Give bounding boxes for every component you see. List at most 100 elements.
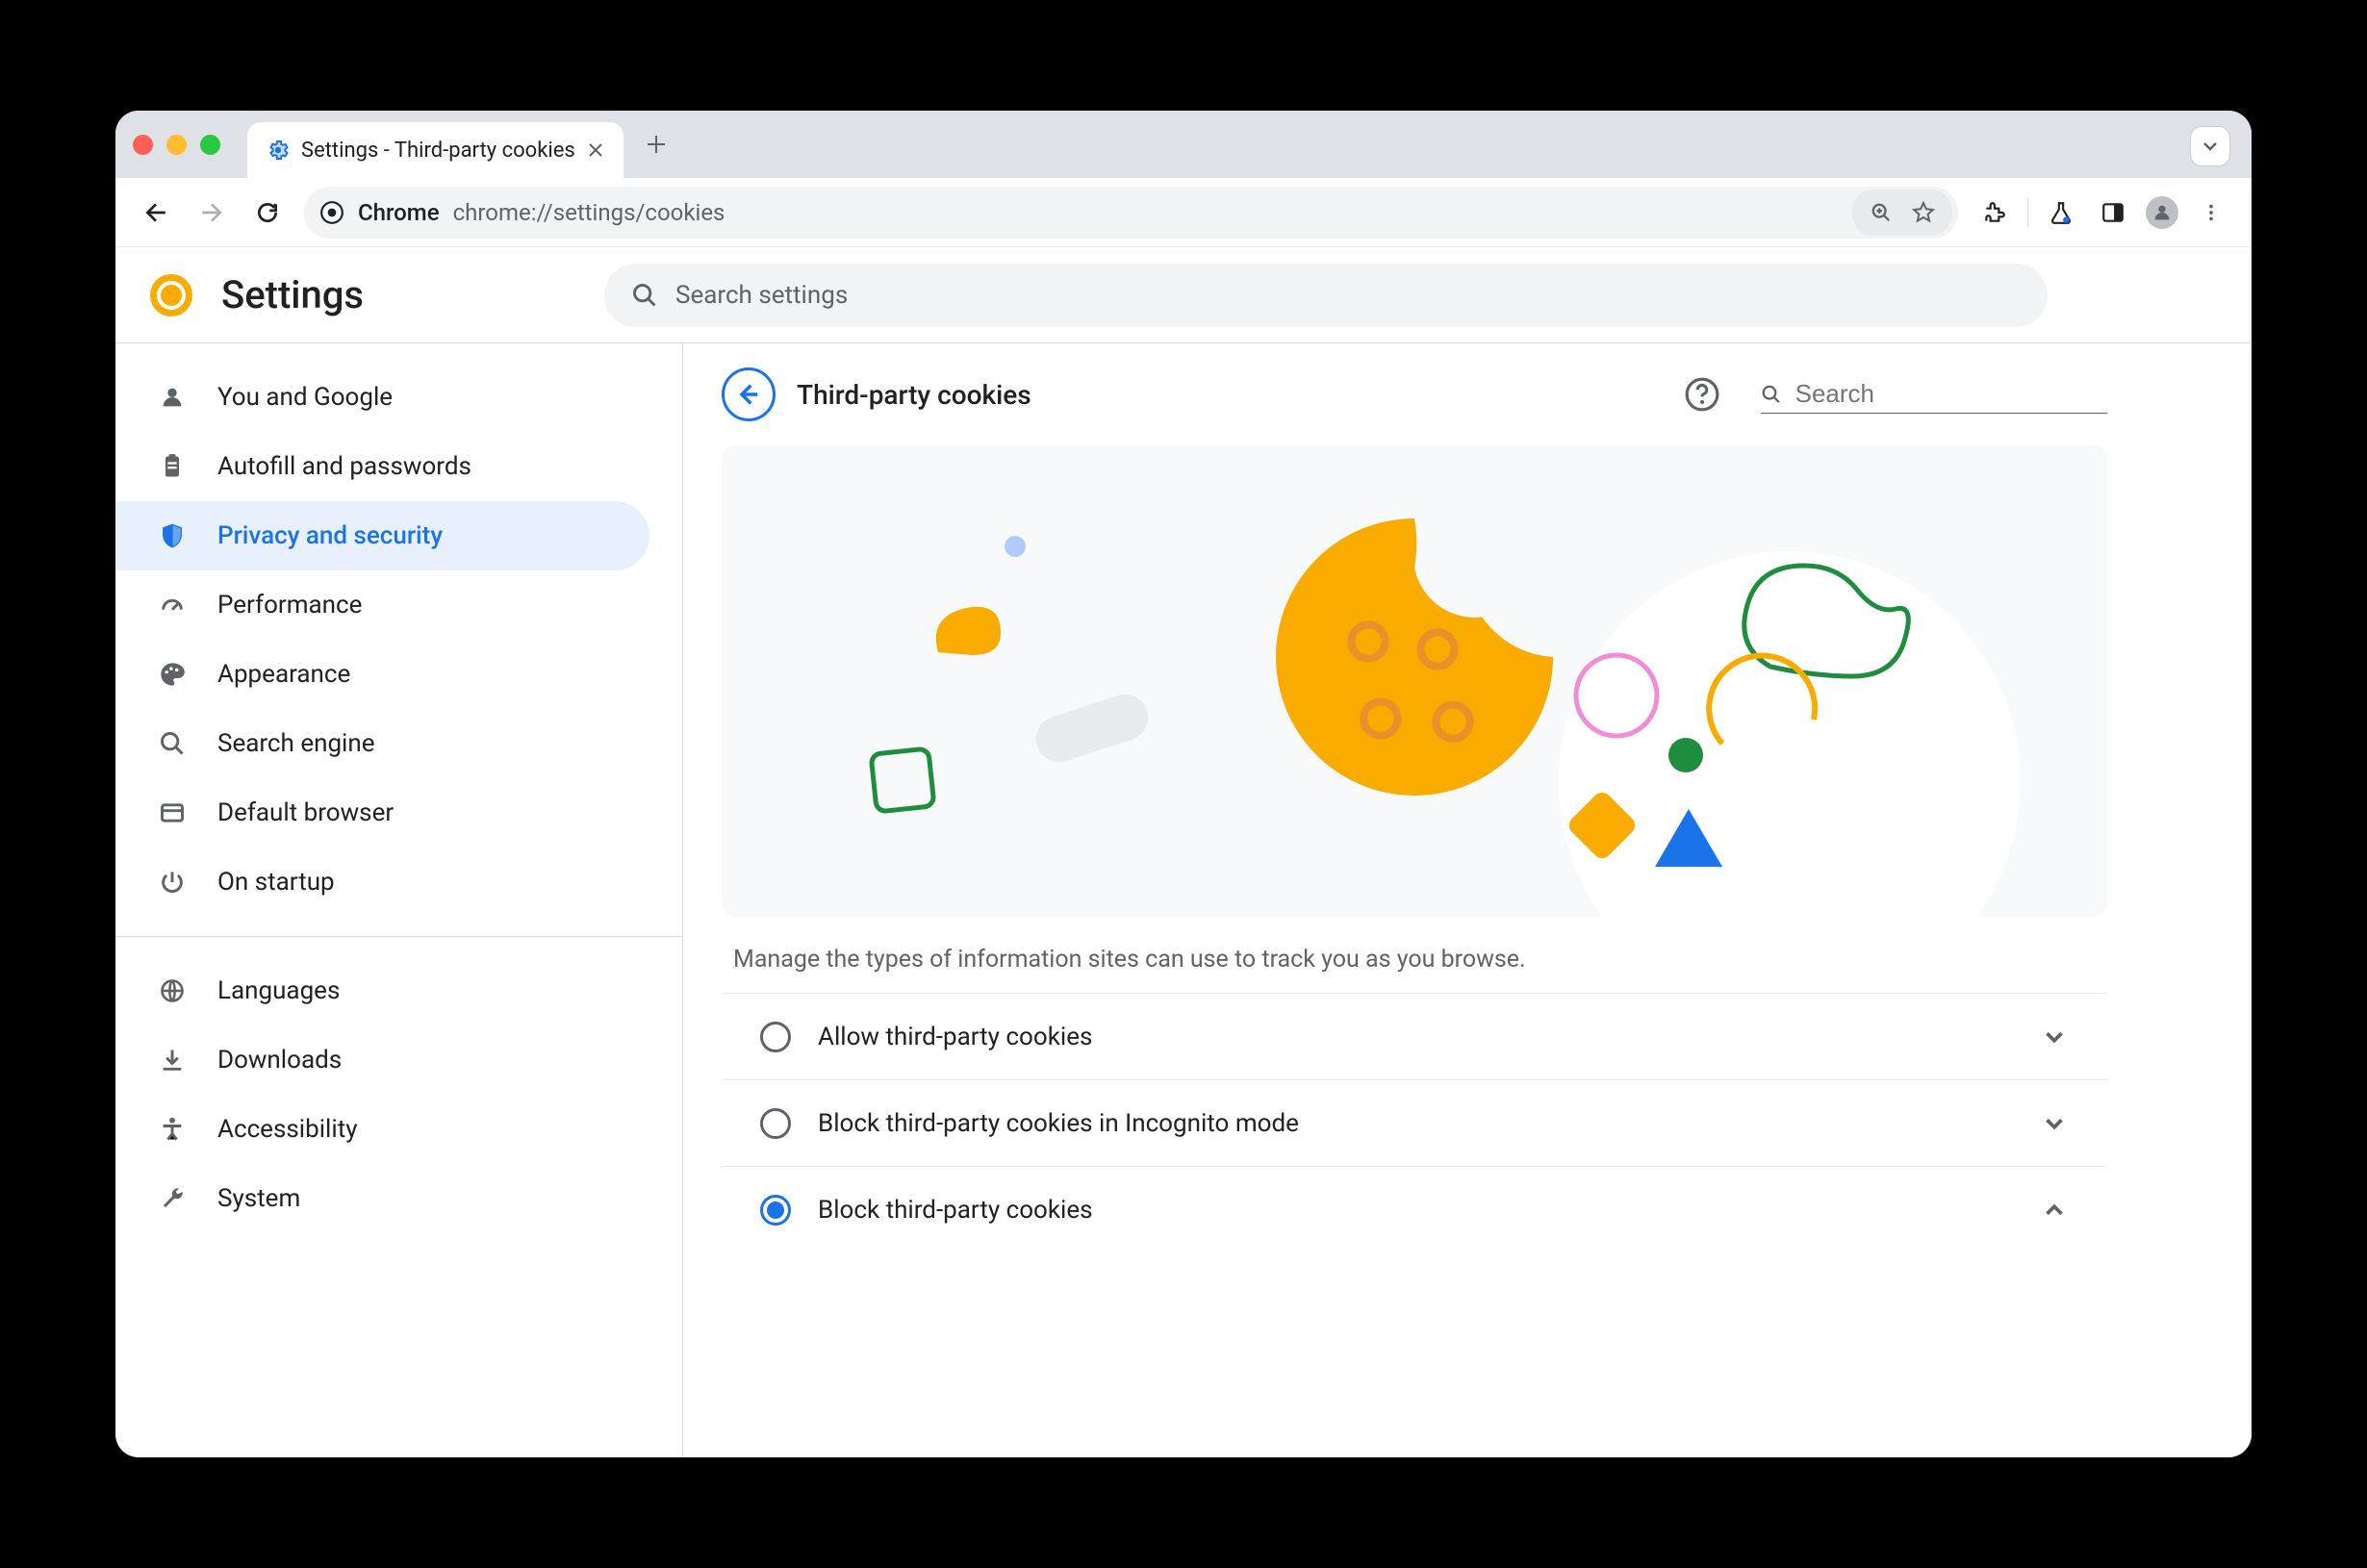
sidebar-item-label: System <box>217 1184 300 1213</box>
accessibility-icon <box>156 1113 189 1146</box>
sidebar-item-startup[interactable]: On startup <box>115 847 649 917</box>
chevron-up-icon[interactable] <box>2040 1196 2069 1225</box>
sidebar-item-you-and-google[interactable]: You and Google <box>115 363 649 432</box>
omnibox-chip: Chrome <box>358 199 440 226</box>
zoom-button[interactable] <box>1862 193 1900 232</box>
sidebar-item-languages[interactable]: Languages <box>115 956 649 1025</box>
settings-favicon-icon <box>267 139 290 162</box>
window-controls <box>133 135 220 155</box>
option-label: Block third-party cookies <box>818 1196 2013 1225</box>
cookie-icon <box>1260 503 1568 811</box>
sidebar-item-label: Downloads <box>217 1046 342 1075</box>
sidebar-item-label: Privacy and security <box>217 521 443 550</box>
sidepanel-button[interactable] <box>2094 193 2132 232</box>
chrome-logo-icon <box>319 200 344 225</box>
minimize-window-button[interactable] <box>166 135 187 155</box>
bookmark-button[interactable] <box>1904 193 1943 232</box>
sidebar-item-search-engine[interactable]: Search engine <box>115 709 649 778</box>
profile-button[interactable] <box>2146 196 2178 229</box>
radio-icon[interactable] <box>760 1022 791 1052</box>
chrome-canary-icon <box>150 274 192 316</box>
speedometer-icon <box>156 589 189 621</box>
radio-icon[interactable] <box>760 1108 791 1139</box>
tabs-dropdown-button[interactable] <box>2190 126 2230 166</box>
wrench-icon <box>156 1182 189 1215</box>
download-icon <box>156 1044 189 1076</box>
help-icon[interactable] <box>1684 376 1720 413</box>
browser-window: Settings - Third-party cookies Chrome ch… <box>115 111 2252 1457</box>
browser-toolbar: Chrome chrome://settings/cookies <box>115 178 2252 247</box>
extensions-button[interactable] <box>1975 193 2014 232</box>
sidebar-item-accessibility[interactable]: Accessibility <box>115 1095 649 1164</box>
page-search[interactable] <box>1761 375 2107 414</box>
sidebar-item-default-browser[interactable]: Default browser <box>115 778 649 847</box>
toolbar-actions <box>1975 193 2230 232</box>
settings-sidebar: You and Google Autofill and passwords Pr… <box>115 343 683 1457</box>
flask-icon <box>2049 200 2074 225</box>
chrome-menu-button[interactable] <box>2192 193 2230 232</box>
address-bar[interactable]: Chrome chrome://settings/cookies <box>304 187 1958 239</box>
globe-icon <box>156 974 189 1007</box>
sidebar-item-downloads[interactable]: Downloads <box>115 1025 649 1095</box>
sidebar-item-label: Default browser <box>217 798 394 827</box>
settings-title: Settings <box>221 272 364 317</box>
toolbar-separator <box>2027 198 2028 227</box>
zoom-icon <box>1871 202 1892 223</box>
nav-forward-button[interactable] <box>192 193 231 232</box>
chevron-down-icon <box>2202 138 2219 155</box>
dots-vertical-icon <box>2201 202 2222 223</box>
search-icon <box>156 727 189 760</box>
sidebar-item-label: On startup <box>217 868 335 897</box>
arrow-right-icon <box>199 200 224 225</box>
option-block-third-party[interactable]: Block third-party cookies <box>722 1166 2107 1252</box>
sidebar-item-performance[interactable]: Performance <box>115 570 649 640</box>
sidebar-item-appearance[interactable]: Appearance <box>115 640 649 709</box>
person-icon <box>156 381 189 414</box>
omnibox-actions <box>1852 190 1952 236</box>
power-icon <box>156 866 189 898</box>
star-icon <box>1912 201 1935 224</box>
page-search-input[interactable] <box>1795 379 2107 409</box>
settings-body: You and Google Autofill and passwords Pr… <box>115 343 2252 1457</box>
browser-tab[interactable]: Settings - Third-party cookies <box>247 122 624 178</box>
sidebar-item-autofill[interactable]: Autofill and passwords <box>115 432 649 501</box>
browser-icon <box>156 797 189 829</box>
new-tab-button[interactable] <box>637 125 675 164</box>
sidebar-item-label: You and Google <box>217 383 393 412</box>
tab-title: Settings - Third-party cookies <box>301 139 575 163</box>
cookies-illustration <box>722 445 2107 917</box>
sidebar-item-system[interactable]: System <box>115 1164 649 1233</box>
sidebar-item-label: Appearance <box>217 660 350 689</box>
sidebar-item-label: Search engine <box>217 729 375 758</box>
chevron-down-icon[interactable] <box>2040 1109 2069 1138</box>
settings-search[interactable]: Search settings <box>604 264 2048 327</box>
sidebar-divider <box>115 936 682 937</box>
tab-strip: Settings - Third-party cookies <box>115 111 2252 178</box>
settings-search-placeholder: Search settings <box>675 281 848 310</box>
nav-back-button[interactable] <box>137 193 175 232</box>
option-label: Block third-party cookies in Incognito m… <box>818 1109 2013 1138</box>
sidebar-item-privacy[interactable]: Privacy and security <box>115 501 649 570</box>
page-back-button[interactable] <box>722 367 776 421</box>
palette-icon <box>156 658 189 691</box>
person-icon <box>2151 202 2173 223</box>
close-window-button[interactable] <box>133 135 153 155</box>
puzzle-icon <box>1982 200 2007 225</box>
arrow-left-icon <box>735 381 762 408</box>
reload-button[interactable] <box>248 193 287 232</box>
labs-button[interactable] <box>2042 193 2080 232</box>
maximize-window-button[interactable] <box>200 135 220 155</box>
sidebar-item-label: Autofill and passwords <box>217 452 471 481</box>
reload-icon <box>255 200 280 225</box>
page-description: Manage the types of information sites ca… <box>733 946 2096 974</box>
radio-icon[interactable] <box>760 1195 791 1226</box>
sidebar-item-label: Accessibility <box>217 1115 358 1144</box>
option-allow-third-party[interactable]: Allow third-party cookies <box>722 993 2107 1079</box>
clipboard-icon <box>156 450 189 483</box>
sidebar-item-label: Performance <box>217 591 362 620</box>
option-label: Allow third-party cookies <box>818 1023 2013 1051</box>
search-icon <box>1761 383 1782 406</box>
close-tab-icon[interactable] <box>587 141 604 159</box>
option-block-incognito[interactable]: Block third-party cookies in Incognito m… <box>722 1079 2107 1166</box>
chevron-down-icon[interactable] <box>2040 1023 2069 1051</box>
